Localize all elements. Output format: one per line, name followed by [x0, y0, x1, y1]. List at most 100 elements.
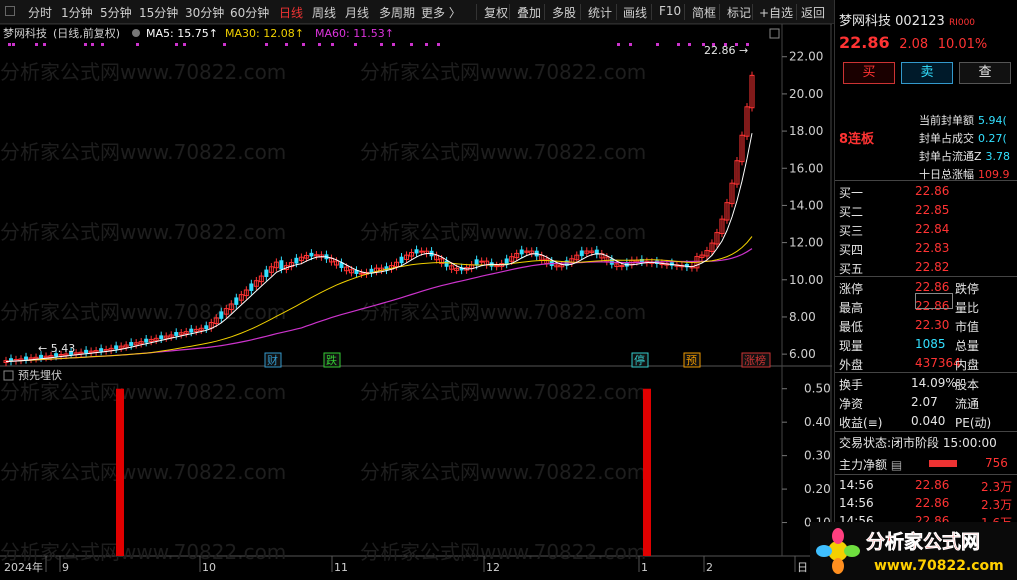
candle-body: [204, 325, 209, 330]
toolbar-item-9[interactable]: 多周期: [379, 4, 415, 21]
price-axis-tick: 22.00: [789, 50, 823, 64]
toolbar-item-4[interactable]: 30分钟: [185, 4, 224, 21]
toolbar-item-3[interactable]: 15分钟: [139, 4, 178, 21]
stats2-divider: [835, 372, 1017, 373]
svg-text:预: 预: [686, 354, 697, 367]
toolbar-right-item-2[interactable]: 多股: [552, 4, 576, 21]
buy-level-label: 买一: [839, 186, 864, 200]
toolbar-right-item-6[interactable]: 简框: [692, 4, 716, 21]
toolbar-right-item-5[interactable]: F10: [659, 4, 681, 18]
signal-bar: [116, 388, 124, 556]
trade-status-label: 交易状态:: [839, 436, 892, 450]
watermark-text: 分析家公式网www.70822.com: [360, 300, 646, 324]
seal-label: 封单占流通Z: [919, 150, 982, 163]
buy-level-price: 22.82: [915, 260, 950, 274]
toolbar-menu-icon[interactable]: [5, 6, 15, 16]
stat-value: 1085: [915, 337, 946, 351]
stat2-value: 2.07: [911, 395, 938, 409]
watermark-text: 分析家公式网www.70822.com: [360, 380, 646, 404]
time-axis-label: 9: [62, 561, 69, 574]
watermark-text: 分析家公式网www.70822.com: [360, 460, 646, 484]
signal-dot: [380, 43, 383, 46]
sell-button[interactable]: 卖: [901, 62, 953, 84]
query-button[interactable]: 查: [959, 62, 1011, 84]
trade-status: 交易状态:闭市阶段 15:00:00: [839, 434, 997, 451]
seal-row: 封单占成交 0.27(: [919, 130, 1007, 146]
toolbar-right-item-1[interactable]: 叠加: [517, 4, 541, 21]
buy-button[interactable]: 买: [843, 62, 895, 84]
signal-dot: [84, 43, 87, 46]
candle-body: [144, 338, 149, 343]
stat-label: 最低: [839, 320, 864, 334]
signal-dot: [223, 43, 226, 46]
signal-dot: [302, 43, 305, 46]
toolbar-item-2[interactable]: 5分钟: [100, 4, 132, 21]
toolbar-right-item-3[interactable]: 统计: [588, 4, 612, 21]
buy-level-label: 买二: [839, 205, 864, 219]
watermark-text: 分析家公式网www.70822.com: [0, 220, 286, 244]
signal-dot: [35, 43, 38, 46]
time-axis-label: 1: [641, 561, 648, 574]
kline-chart-svg[interactable]: 分析家公式网www.70822.com 分析家公式网www.70822.com 分析…: [0, 23, 832, 580]
signal-dot: [8, 43, 11, 46]
watermark-text: 分析家公式网www.70822.com: [0, 140, 286, 164]
stock-name-code: 梦网科技 002123 RI000: [839, 10, 975, 29]
price-axis-tick: 12.00: [789, 236, 823, 250]
stat-label: 外盘: [839, 358, 864, 372]
stat-value: 437364: [915, 356, 961, 370]
list-icon[interactable]: ▤: [891, 458, 902, 472]
watermark-text: 分析家公式网www.70822.com: [360, 140, 646, 164]
toolbar-item-10[interactable]: 更多 〉: [421, 4, 461, 21]
high-price-box: [915, 293, 953, 309]
toolbar-item-5[interactable]: 60分钟: [230, 4, 269, 21]
toolbar-right-item-0[interactable]: 复权: [484, 4, 508, 21]
sub-axis-tick: 0.20: [804, 482, 831, 496]
stat2-value: 14.09%: [911, 376, 957, 390]
signal-dot: [656, 43, 659, 46]
buy-level-label: 买五: [839, 262, 864, 276]
toolbar-right-item-8[interactable]: +自选: [759, 4, 793, 21]
logo-text: 分析家公式网: [866, 530, 980, 553]
streak-badge: 8连板: [839, 132, 875, 147]
signal-dot: [629, 43, 632, 46]
signal-dot: [136, 43, 139, 46]
header-settings-icon[interactable]: [132, 29, 140, 37]
main-flow-value: 756: [985, 456, 1008, 470]
ma60-label: MA60: 11.53↑: [315, 27, 394, 40]
stat2-label-2: PE(动): [955, 416, 992, 430]
event-marker-2[interactable]: 停: [631, 352, 649, 368]
toolbar-right-item-7[interactable]: 标记: [727, 4, 751, 21]
candle-body: [579, 250, 584, 257]
svg-text:跌: 跌: [326, 353, 337, 367]
seal-row: 封单占流通Z 3.78: [919, 148, 1010, 164]
event-marker-4[interactable]: 涨榜: [741, 352, 771, 368]
ri-tag: RI000: [948, 18, 976, 28]
stat-value: 22.86: [915, 280, 950, 294]
seal-value: 0.27(: [978, 132, 1007, 145]
toolbar-sep-3: [580, 4, 581, 20]
candle-body: [84, 349, 89, 354]
price-axis-tick: 16.00: [789, 161, 823, 175]
site-logo: 分析家公式网 www.70822.com: [810, 522, 1017, 580]
toolbar-item-6[interactable]: 日线: [279, 4, 303, 21]
chart-area[interactable]: 分析家公式网www.70822.com 分析家公式网www.70822.com 分析…: [0, 23, 832, 580]
signal-dot: [101, 43, 104, 46]
toolbar-item-7[interactable]: 周线: [312, 4, 336, 21]
event-marker-0[interactable]: 财: [264, 352, 282, 368]
candle-body: [519, 249, 524, 255]
time-axis-label: 12: [486, 561, 500, 574]
toolbar-item-0[interactable]: 分时: [28, 4, 52, 21]
watermark-text: 分析家公式网www.70822.com: [360, 60, 646, 84]
signal-dot: [392, 43, 395, 46]
toolbar-item-8[interactable]: 月线: [345, 4, 369, 21]
toolbar-right-item-4[interactable]: 画线: [623, 4, 647, 21]
toolbar-right-item-9[interactable]: 返回: [801, 4, 825, 21]
toolbar-item-1[interactable]: 1分钟: [61, 4, 93, 21]
indicator-name: 预先埋伏: [18, 368, 62, 382]
event-marker-3[interactable]: 预: [683, 352, 701, 368]
candle-body: [39, 354, 44, 359]
candle-body: [129, 342, 134, 346]
signal-dot: [410, 43, 413, 46]
event-marker-1[interactable]: 跌: [323, 352, 341, 368]
buy-level-price: 22.84: [915, 222, 950, 236]
